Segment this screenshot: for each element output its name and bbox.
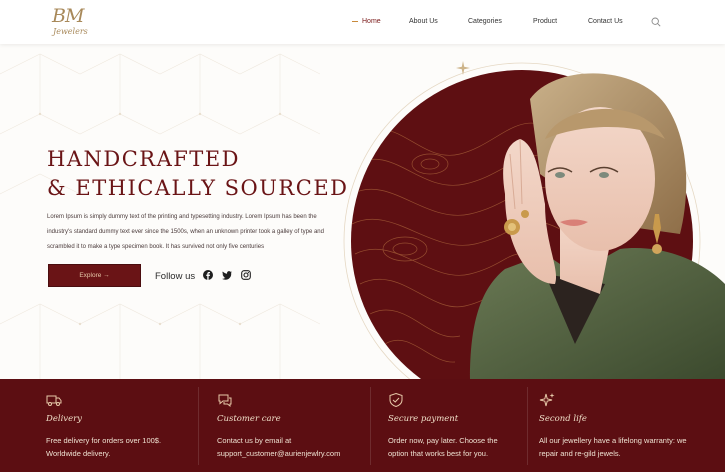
feature-text: Contact us by email at support_customer@… — [217, 436, 341, 458]
site-header: BM Jewelers Home About Us Categories Pro… — [0, 0, 725, 44]
nav-product-label: Product — [533, 18, 558, 25]
feature-text: All our jewellery have a lifelong warran… — [539, 436, 687, 458]
hero-title: Handcrafted & Ethically Sourced — [47, 145, 348, 203]
chat-icon — [218, 394, 232, 408]
hero-title-line2: & Ethically Sourced — [47, 176, 349, 200]
nav-categories[interactable]: Categories — [468, 18, 502, 25]
nav-about-label: About Us — [409, 18, 438, 25]
shield-check-icon — [389, 392, 403, 408]
feature-title: Delivery — [46, 414, 82, 424]
nav-about-us[interactable]: About Us — [409, 18, 438, 25]
feature-text: Order now, pay later. Choose the option … — [388, 436, 498, 458]
truck-icon — [46, 395, 62, 406]
feature-customer-care: Customer care Contact us by email at sup… — [217, 379, 367, 472]
explore-button-label: Explore → — [79, 272, 110, 279]
sparkle-decoration-icon — [456, 61, 470, 75]
facebook-icon[interactable] — [203, 270, 213, 280]
feature-secure-payment: Secure payment Order now, pay later. Cho… — [388, 379, 523, 472]
twitter-icon[interactable] — [222, 270, 232, 280]
nav-product[interactable]: Product — [533, 18, 557, 25]
nav-home-label: Home — [362, 18, 381, 25]
logo-subtitle: Jewelers — [53, 27, 88, 36]
logo-mark: BM — [52, 5, 84, 27]
feature-text: Free delivery for orders over 100$. Worl… — [46, 436, 162, 458]
feature-title: Second life — [539, 414, 587, 424]
brand-logo[interactable]: BM Jewelers — [50, 5, 92, 39]
hero-section: Handcrafted & Ethically Sourced Lorem Ip… — [0, 44, 725, 379]
hero-description: Lorem Ipsum is simply dummy text of the … — [47, 214, 324, 250]
feature-divider — [527, 387, 528, 465]
feature-second-life: Second life All our jewellery have a lif… — [539, 379, 699, 472]
feature-divider — [198, 387, 199, 465]
instagram-icon[interactable] — [241, 270, 251, 280]
follow-us-label: Follow us — [155, 271, 196, 282]
hero-title-line1: Handcrafted — [47, 147, 240, 171]
explore-button[interactable]: Explore → — [48, 264, 141, 287]
nav-categories-label: Categories — [468, 18, 502, 25]
feature-title: Customer care — [217, 414, 281, 424]
feature-divider — [370, 387, 371, 465]
nav-contact-us[interactable]: Contact Us — [588, 18, 623, 25]
sparkle-icon — [539, 393, 555, 407]
feature-title: Secure payment — [388, 414, 459, 424]
feature-delivery: Delivery Free delivery for orders over 1… — [46, 379, 196, 472]
nav-contact-label: Contact Us — [588, 18, 623, 25]
search-icon[interactable] — [651, 17, 661, 27]
features-band: Delivery Free delivery for orders over 1… — [0, 379, 725, 472]
nav-home[interactable]: Home — [352, 18, 381, 25]
active-indicator — [352, 21, 358, 22]
